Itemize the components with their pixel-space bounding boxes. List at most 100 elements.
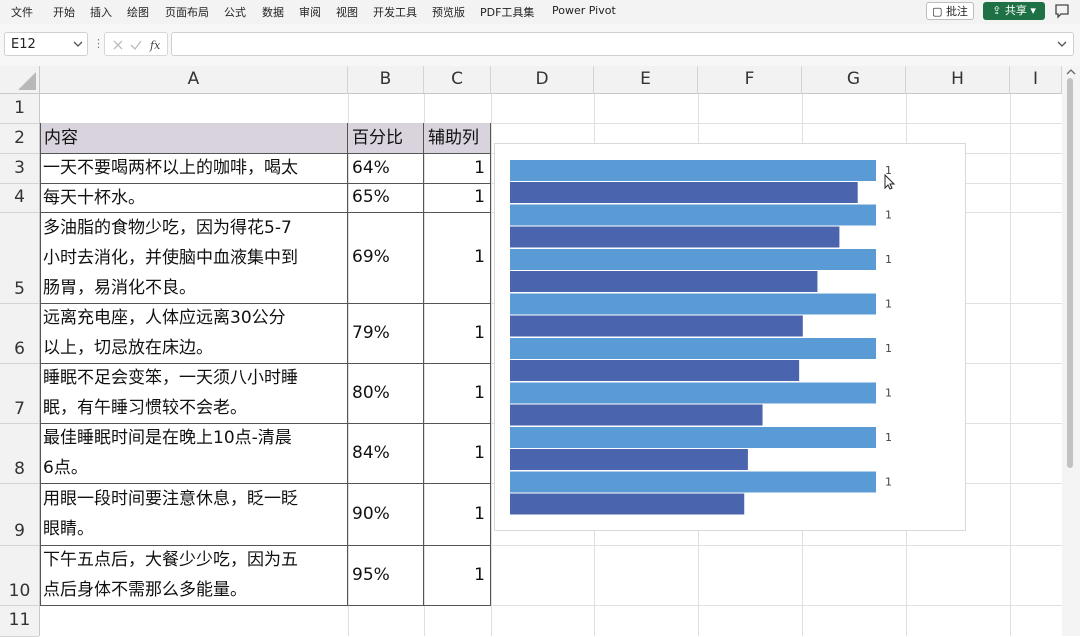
aux-cell[interactable]: 1 [424, 183, 491, 212]
percent-cell[interactable]: 84% [348, 423, 424, 483]
feedback-icon[interactable] [1053, 2, 1071, 20]
menu-item[interactable]: 开始 [53, 4, 75, 20]
scroll-up-icon[interactable] [1066, 68, 1076, 76]
menu-item[interactable]: 视图 [336, 4, 358, 20]
bar-percent[interactable] [510, 404, 763, 426]
bar-aux[interactable] [510, 427, 876, 448]
aux-cell[interactable]: 1 [424, 423, 491, 483]
aux-cell[interactable]: 1 [424, 303, 491, 363]
percent-cell[interactable]: 69% [348, 212, 424, 303]
share-button[interactable]: ⇪ 共享 ▾ [983, 2, 1045, 20]
row-header[interactable]: 8 [0, 423, 39, 479]
percent-cell[interactable]: 64% [348, 153, 424, 183]
header-cell[interactable]: 百分比 [348, 123, 424, 153]
select-all-corner[interactable] [0, 66, 40, 93]
content-cell[interactable]: 用眼一段时间要注意休息，眨一眨 眼睛。 [40, 483, 348, 545]
row-header[interactable]: 7 [0, 363, 39, 419]
bar-percent[interactable] [510, 271, 818, 292]
header-cell[interactable]: 辅助列 [424, 123, 491, 153]
content-cell[interactable]: 远离充电座，人体应远离30公分 以上，切忌放在床边。 [40, 303, 348, 363]
content-line: 点后身体不需那么多能量。 [43, 580, 247, 600]
bar-aux[interactable] [510, 471, 876, 493]
bar-chart[interactable]: 11111111 [494, 143, 966, 531]
bar-aux[interactable] [510, 204, 876, 226]
aux-cell[interactable]: 1 [424, 212, 491, 303]
bar-percent[interactable] [510, 226, 840, 248]
menu-item[interactable]: 文件 [11, 4, 33, 20]
confirm-icon[interactable] [129, 38, 143, 52]
cancel-icon[interactable] [111, 38, 125, 52]
menu-item[interactable]: Power Pivot [552, 4, 616, 17]
row-header[interactable]: 6 [0, 303, 39, 359]
aux-cell[interactable]: 1 [424, 363, 491, 423]
table-border [40, 363, 491, 364]
bar-aux[interactable] [510, 382, 876, 404]
column-header[interactable]: C [424, 66, 491, 93]
column-header[interactable]: A [40, 66, 348, 93]
insert-function-icon[interactable]: fx [149, 38, 165, 52]
row-header[interactable]: 11 [0, 605, 39, 636]
menu-item[interactable]: 预览版 [432, 4, 465, 20]
table-border [40, 153, 491, 154]
content-cell[interactable]: 最佳睡眠时间是在晚上10点-清晨 6点。 [40, 423, 348, 483]
percent-cell[interactable]: 90% [348, 483, 424, 545]
header-cell[interactable]: 内容 [40, 123, 348, 153]
column-header[interactable]: E [594, 66, 698, 93]
aux-cell[interactable]: 1 [424, 545, 491, 605]
bar-aux[interactable] [510, 293, 876, 315]
bar-percent[interactable] [510, 315, 803, 337]
row-header[interactable]: 5 [0, 212, 39, 299]
row-header[interactable]: 10 [0, 545, 39, 601]
menu-item[interactable]: 插入 [90, 4, 112, 20]
menu-item[interactable]: 绘图 [127, 4, 149, 20]
bar-percent[interactable] [510, 493, 745, 515]
data-label: 1 [885, 387, 892, 400]
column-header[interactable]: G [802, 66, 906, 93]
content-line: 最佳睡眠时间是在晚上10点-清晨 [43, 428, 292, 448]
column-header[interactable]: I [1010, 66, 1062, 93]
select-all-icon [18, 72, 36, 90]
aux-cell[interactable]: 1 [424, 153, 491, 183]
column-header[interactable]: H [906, 66, 1010, 93]
content-cell[interactable]: 睡眠不足会变笨，一天须八小时睡 眠，有午睡习惯较不会老。 [40, 363, 348, 423]
row-header[interactable]: 9 [0, 483, 39, 541]
content-cell[interactable]: 每天十杯水。 [40, 183, 348, 212]
aux-cell[interactable]: 1 [424, 483, 491, 545]
column-header[interactable]: D [491, 66, 594, 93]
expand-formula-icon[interactable] [1057, 40, 1067, 48]
bar-aux[interactable] [510, 249, 876, 270]
comment-button[interactable]: ▢ 批注 [926, 2, 974, 20]
column-header[interactable]: F [698, 66, 802, 93]
vertical-scrollbar[interactable] [1062, 66, 1080, 636]
chevron-down-icon[interactable] [73, 40, 83, 48]
percent-cell[interactable]: 95% [348, 545, 424, 605]
name-box[interactable]: E12 [4, 32, 88, 56]
bar-aux[interactable] [510, 160, 876, 181]
row-header[interactable]: 3 [0, 153, 39, 183]
content-line: 小时去消化，并使脑中血液集中到 [43, 247, 298, 268]
row-header[interactable]: 1 [0, 94, 39, 123]
menu-item[interactable]: 数据 [262, 4, 284, 20]
bar-aux[interactable] [510, 338, 876, 359]
content-cell[interactable]: 多油脂的食物少吃，因为得花5-7 小时去消化，并使脑中血液集中到 肠胃，易消化不良。 [40, 212, 348, 303]
content-cell[interactable]: 一天不要喝两杯以上的咖啡，喝太 [40, 153, 348, 183]
row-header[interactable]: 4 [0, 183, 39, 212]
formula-input[interactable] [171, 32, 1074, 56]
table-border [40, 605, 491, 606]
menu-item[interactable]: 开发工具 [373, 4, 417, 20]
row-header[interactable]: 2 [0, 123, 39, 153]
percent-cell[interactable]: 79% [348, 303, 424, 363]
content-line: 睡眠不足会变笨，一天须八小时睡 [43, 368, 298, 388]
bar-percent[interactable] [510, 360, 800, 381]
bar-percent[interactable] [510, 449, 748, 470]
column-header[interactable]: B [348, 66, 424, 93]
menu-item[interactable]: 审阅 [299, 4, 321, 20]
bar-percent[interactable] [510, 182, 858, 203]
scroll-thumb[interactable] [1067, 78, 1073, 468]
content-cell[interactable]: 下午五点后，大餐少少吃，因为五 点后身体不需那么多能量。 [40, 545, 348, 605]
percent-cell[interactable]: 80% [348, 363, 424, 423]
menu-item[interactable]: 页面布局 [165, 4, 209, 20]
menu-item[interactable]: 公式 [224, 4, 246, 20]
menu-item[interactable]: PDF工具集 [480, 4, 534, 20]
percent-cell[interactable]: 65% [348, 183, 424, 212]
